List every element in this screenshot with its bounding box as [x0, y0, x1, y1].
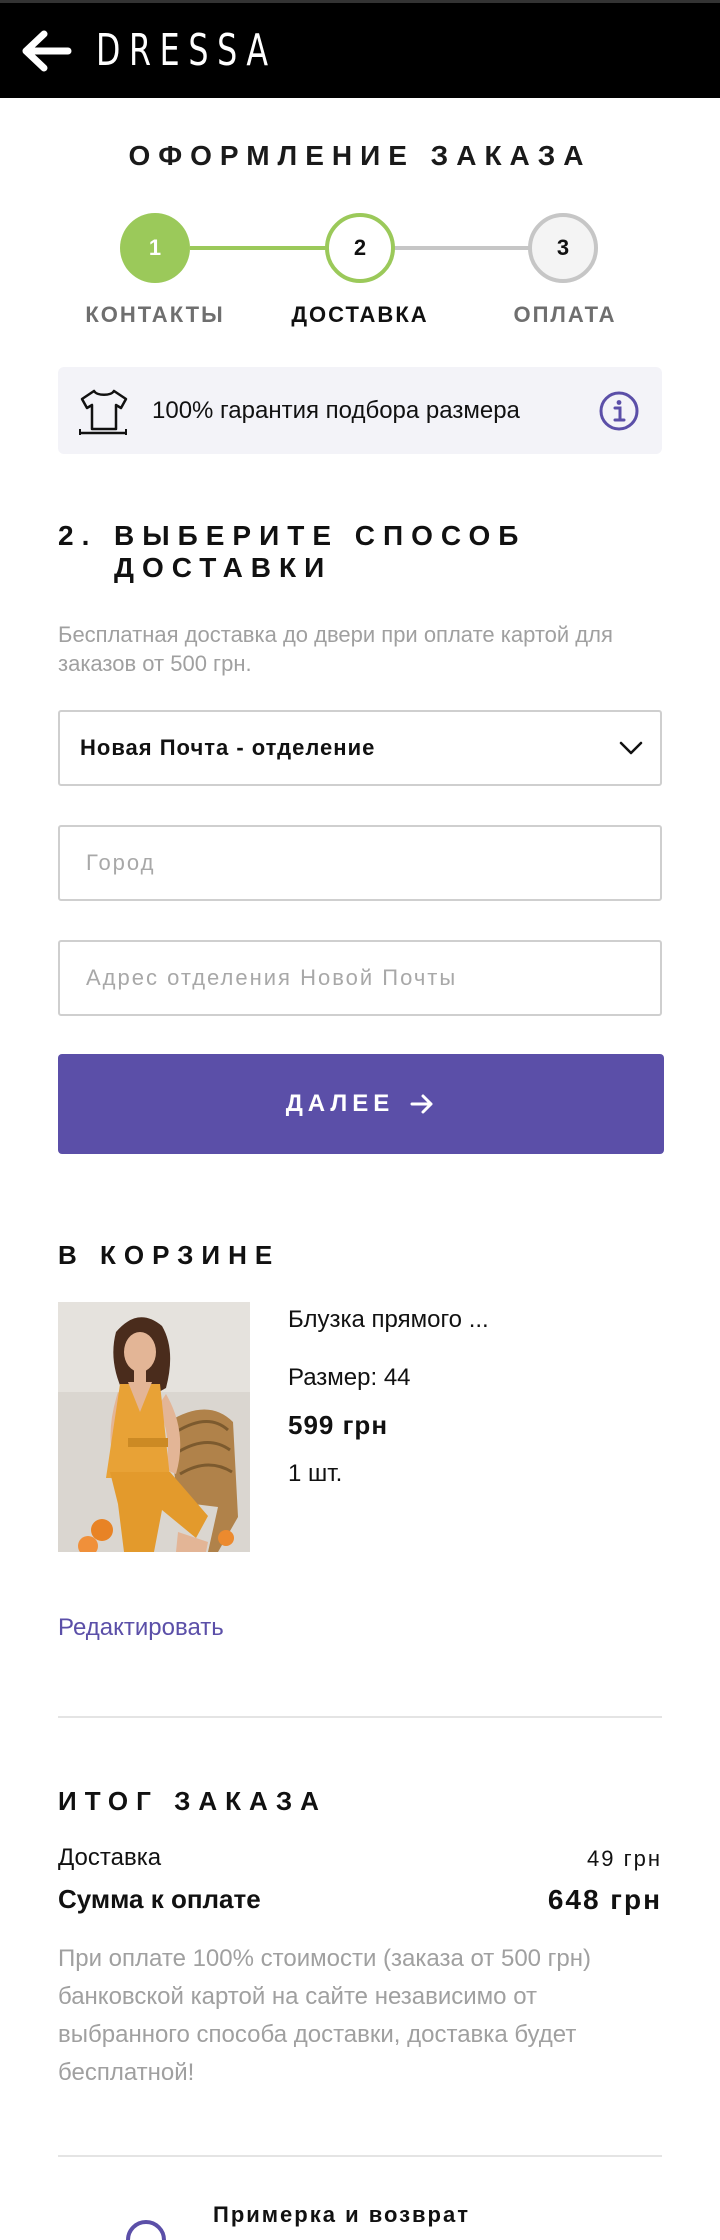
step-2-label: ДОСТАВКА [291, 302, 429, 327]
delivery-section-title: 2. ВЫБЕРИТЕ СПОСОБ ДОСТАВКИ [58, 520, 578, 584]
arrow-right-icon [410, 1094, 433, 1114]
arrow-left-icon [22, 30, 72, 72]
delivery-cost-label: Доставка [58, 1844, 162, 1871]
step-1-circle[interactable]: 1 [120, 213, 190, 283]
product-image[interactable] [58, 1302, 250, 1552]
step-connector-pending [394, 246, 530, 250]
back-button[interactable] [20, 27, 74, 75]
chevron-down-icon [619, 741, 643, 755]
size-guarantee-banner: 100% гарантия подбора размера [58, 367, 662, 454]
section-title-line2: ДОСТАВКИ [114, 552, 333, 583]
step-2-circle: 2 [325, 213, 395, 283]
info-icon[interactable] [598, 390, 640, 432]
divider [58, 2155, 662, 2157]
city-input[interactable] [58, 825, 662, 901]
product-photo-illustration [58, 1302, 250, 1552]
step-3-label: ОПЛАТА [513, 302, 617, 327]
product-quantity: 1 шт. [288, 1460, 343, 1487]
tshirt-icon [79, 389, 128, 435]
free-delivery-hint: Бесплатная доставка до двери при оплате … [58, 622, 613, 676]
cart-title: В КОРЗИНЕ [58, 1240, 281, 1270]
section-title-line1: ВЫБЕРИТЕ СПОСОБ [114, 520, 527, 551]
delivery-cost-value: 49 грн [587, 1846, 662, 1871]
product-price: 599 грн [288, 1410, 389, 1440]
section-number: 2. [58, 520, 98, 551]
branch-address-input[interactable] [58, 940, 662, 1016]
next-button-label: ДАЛЕЕ [285, 1090, 395, 1117]
step-connector-done [190, 246, 328, 250]
brand-logo[interactable]: DRESSA [96, 21, 277, 81]
next-button[interactable]: ДАЛЕЕ [58, 1054, 664, 1154]
edit-cart-link[interactable]: Редактировать [58, 1614, 224, 1642]
total-value: 648 грн [547, 1884, 662, 1915]
app-header: DRESSA [0, 0, 720, 98]
page-title: ОФОРМЛЕНИЕ ЗАКАЗА [128, 140, 592, 171]
product-size: Размер: 44 [288, 1364, 411, 1391]
step-1-label[interactable]: КОНТАКТЫ [45, 302, 265, 328]
divider [58, 1716, 662, 1718]
delivery-method-select[interactable]: Новая Почта - отделение [58, 710, 662, 786]
total-label: Сумма к оплате [58, 1884, 261, 1914]
free-delivery-note: При оплате 100% стоимости (заказа от 500… [58, 1945, 592, 2086]
return-icon [126, 2220, 166, 2240]
delivery-method-value: Новая Почта - отделение [80, 735, 376, 760]
guarantee-text: 100% гарантия подбора размера [152, 397, 520, 424]
step-3-circle: 3 [528, 213, 598, 283]
product-name[interactable]: Блузка прямого ... [288, 1306, 489, 1334]
order-summary-title: ИТОГ ЗАКАЗА [58, 1786, 327, 1816]
checkout-stepper: 1 2 3 КОНТАКТЫ ДОСТАВКА ОПЛАТА [0, 210, 720, 340]
fitting-and-return-label[interactable]: Примерка и возврат [213, 2202, 470, 2228]
